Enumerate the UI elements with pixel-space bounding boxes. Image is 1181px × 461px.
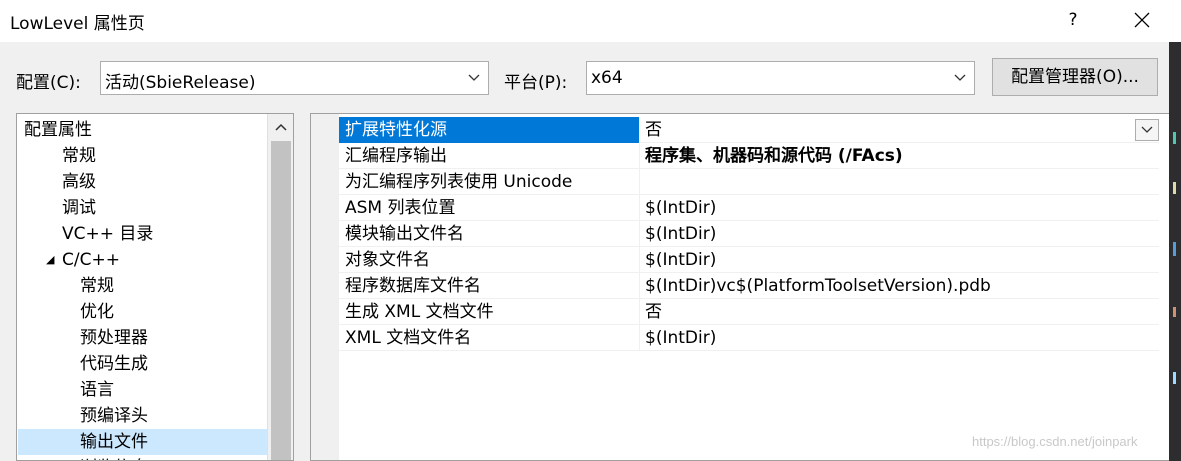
tree-item[interactable]: ◢ C/C++	[18, 247, 267, 273]
property-value[interactable]: $(IntDir)	[641, 325, 1159, 351]
scroll-up-button[interactable]	[268, 114, 293, 140]
property-row[interactable]: 程序数据库文件名 $(IntDir)vc$(PlatformToolsetVers…	[339, 273, 1159, 299]
tree-item-label: 输出文件	[80, 432, 148, 452]
platform-label: 平台(P):	[504, 73, 568, 93]
tree-item[interactable]: 优化	[18, 299, 267, 325]
chevron-down-icon	[468, 74, 480, 81]
background-window-strip	[1169, 42, 1181, 461]
tree-item-label: 常规	[80, 276, 114, 296]
chevron-down-icon	[954, 74, 966, 81]
property-name: 生成 XML 文档文件	[339, 299, 640, 325]
tree-item-label: 预处理器	[80, 328, 148, 348]
tree-item-label: 预编译头	[80, 406, 148, 426]
chevron-up-icon	[275, 123, 287, 131]
tree-item[interactable]: 代码生成	[18, 351, 267, 377]
property-row[interactable]: 生成 XML 文档文件否	[339, 299, 1159, 325]
tree-item-label: 配置属性	[24, 120, 92, 140]
tree-item[interactable]: 预编译头	[18, 403, 267, 429]
window-title: LowLevel 属性页	[10, 14, 145, 34]
platform-select[interactable]: x64	[586, 61, 975, 95]
property-value[interactable]: 否	[641, 117, 1159, 143]
property-grid-gutter	[311, 114, 339, 460]
config-select[interactable]: 活动(SbieRelease)	[100, 61, 489, 95]
property-name: 对象文件名	[339, 247, 640, 273]
property-value[interactable]: 程序集、机器码和源代码 (/FAcs)	[641, 143, 1159, 169]
tree-item[interactable]: 输出文件	[18, 429, 267, 455]
scroll-thumb[interactable]	[271, 141, 291, 460]
property-name: ASM 列表位置	[339, 195, 640, 221]
tree-item-label: 常规	[62, 146, 96, 166]
tree-item-label: VC++ 目录	[62, 224, 154, 244]
property-row[interactable]: XML 文档文件名 $(IntDir)	[339, 325, 1159, 351]
property-value[interactable]: $(IntDir)	[641, 247, 1159, 273]
configuration-manager-button[interactable]: 配置管理器(O)...	[992, 58, 1158, 96]
help-button[interactable]: ?	[1062, 4, 1084, 36]
tree-item[interactable]: 调试	[18, 195, 267, 221]
tree-item[interactable]: 高级	[18, 169, 267, 195]
property-name: XML 文档文件名	[339, 325, 640, 351]
property-value[interactable]: $(IntDir)	[641, 221, 1159, 247]
tree-item-label: 语言	[80, 380, 114, 400]
property-row[interactable]: 汇编程序输出 程序集、机器码和源代码 (/FAcs)	[339, 143, 1159, 169]
tree-item-label: 高级	[62, 172, 96, 192]
title-bar	[0, 0, 1181, 42]
config-select-value: 活动(SbieRelease)	[105, 73, 256, 93]
tree-item-label: 代码生成	[80, 354, 148, 374]
tree-item-label: C/C++	[62, 250, 120, 270]
property-dropdown-button[interactable]	[1135, 119, 1159, 141]
expanded-arrow-icon[interactable]: ◢	[46, 247, 58, 273]
property-name: 汇编程序输出	[339, 143, 640, 169]
property-tree[interactable]: ◢配置属性常规高级调试VC++ 目录◢C/C++常规优化预处理器代码生成语言预编…	[16, 113, 294, 461]
expanded-arrow-icon[interactable]: ◢	[17, 117, 20, 143]
property-row[interactable]: 为汇编程序列表使用 Unicode	[339, 169, 1159, 195]
tree-item-label: 优化	[80, 302, 114, 322]
property-value[interactable]	[641, 169, 1159, 195]
config-label: 配置(C):	[16, 73, 81, 93]
chevron-down-icon	[1141, 126, 1153, 133]
tree-item[interactable]: ◢配置属性	[18, 117, 267, 143]
close-icon	[1134, 12, 1150, 28]
property-name: 模块输出文件名	[339, 221, 640, 247]
close-button[interactable]	[1120, 4, 1164, 36]
property-name: 扩展特性化源	[339, 117, 640, 143]
property-value[interactable]: $(IntDir)	[641, 195, 1159, 221]
tree-item[interactable]: 语言	[18, 377, 267, 403]
property-row[interactable]: 模块输出文件名 $(IntDir)	[339, 221, 1159, 247]
property-row[interactable]: 扩展特性化源否	[339, 117, 1159, 143]
property-name: 程序数据库文件名	[339, 273, 640, 299]
property-grid: 扩展特性化源否汇编程序输出 程序集、机器码和源代码 (/FAcs) 为汇编程序列表使…	[310, 113, 1169, 461]
tree-scrollbar[interactable]	[267, 114, 293, 460]
tree-item[interactable]: 预处理器	[18, 325, 267, 351]
tree-item[interactable]: 浏览信息	[18, 455, 267, 460]
property-value[interactable]: 否	[641, 299, 1159, 325]
watermark-text: https://blog.csdn.net/joinpark	[972, 434, 1138, 449]
tree-item-label: 调试	[62, 198, 96, 218]
property-value[interactable]: $(IntDir)vc$(PlatformToolsetVersion).pdb	[641, 273, 1159, 299]
tree-item[interactable]: 常规	[18, 273, 267, 299]
tree-item[interactable]: VC++ 目录	[18, 221, 267, 247]
property-row[interactable]: ASM 列表位置 $(IntDir)	[339, 195, 1159, 221]
property-row[interactable]: 对象文件名 $(IntDir)	[339, 247, 1159, 273]
platform-select-value: x64	[591, 68, 623, 88]
tree-item[interactable]: 常规	[18, 143, 267, 169]
property-name: 为汇编程序列表使用 Unicode	[339, 169, 640, 195]
